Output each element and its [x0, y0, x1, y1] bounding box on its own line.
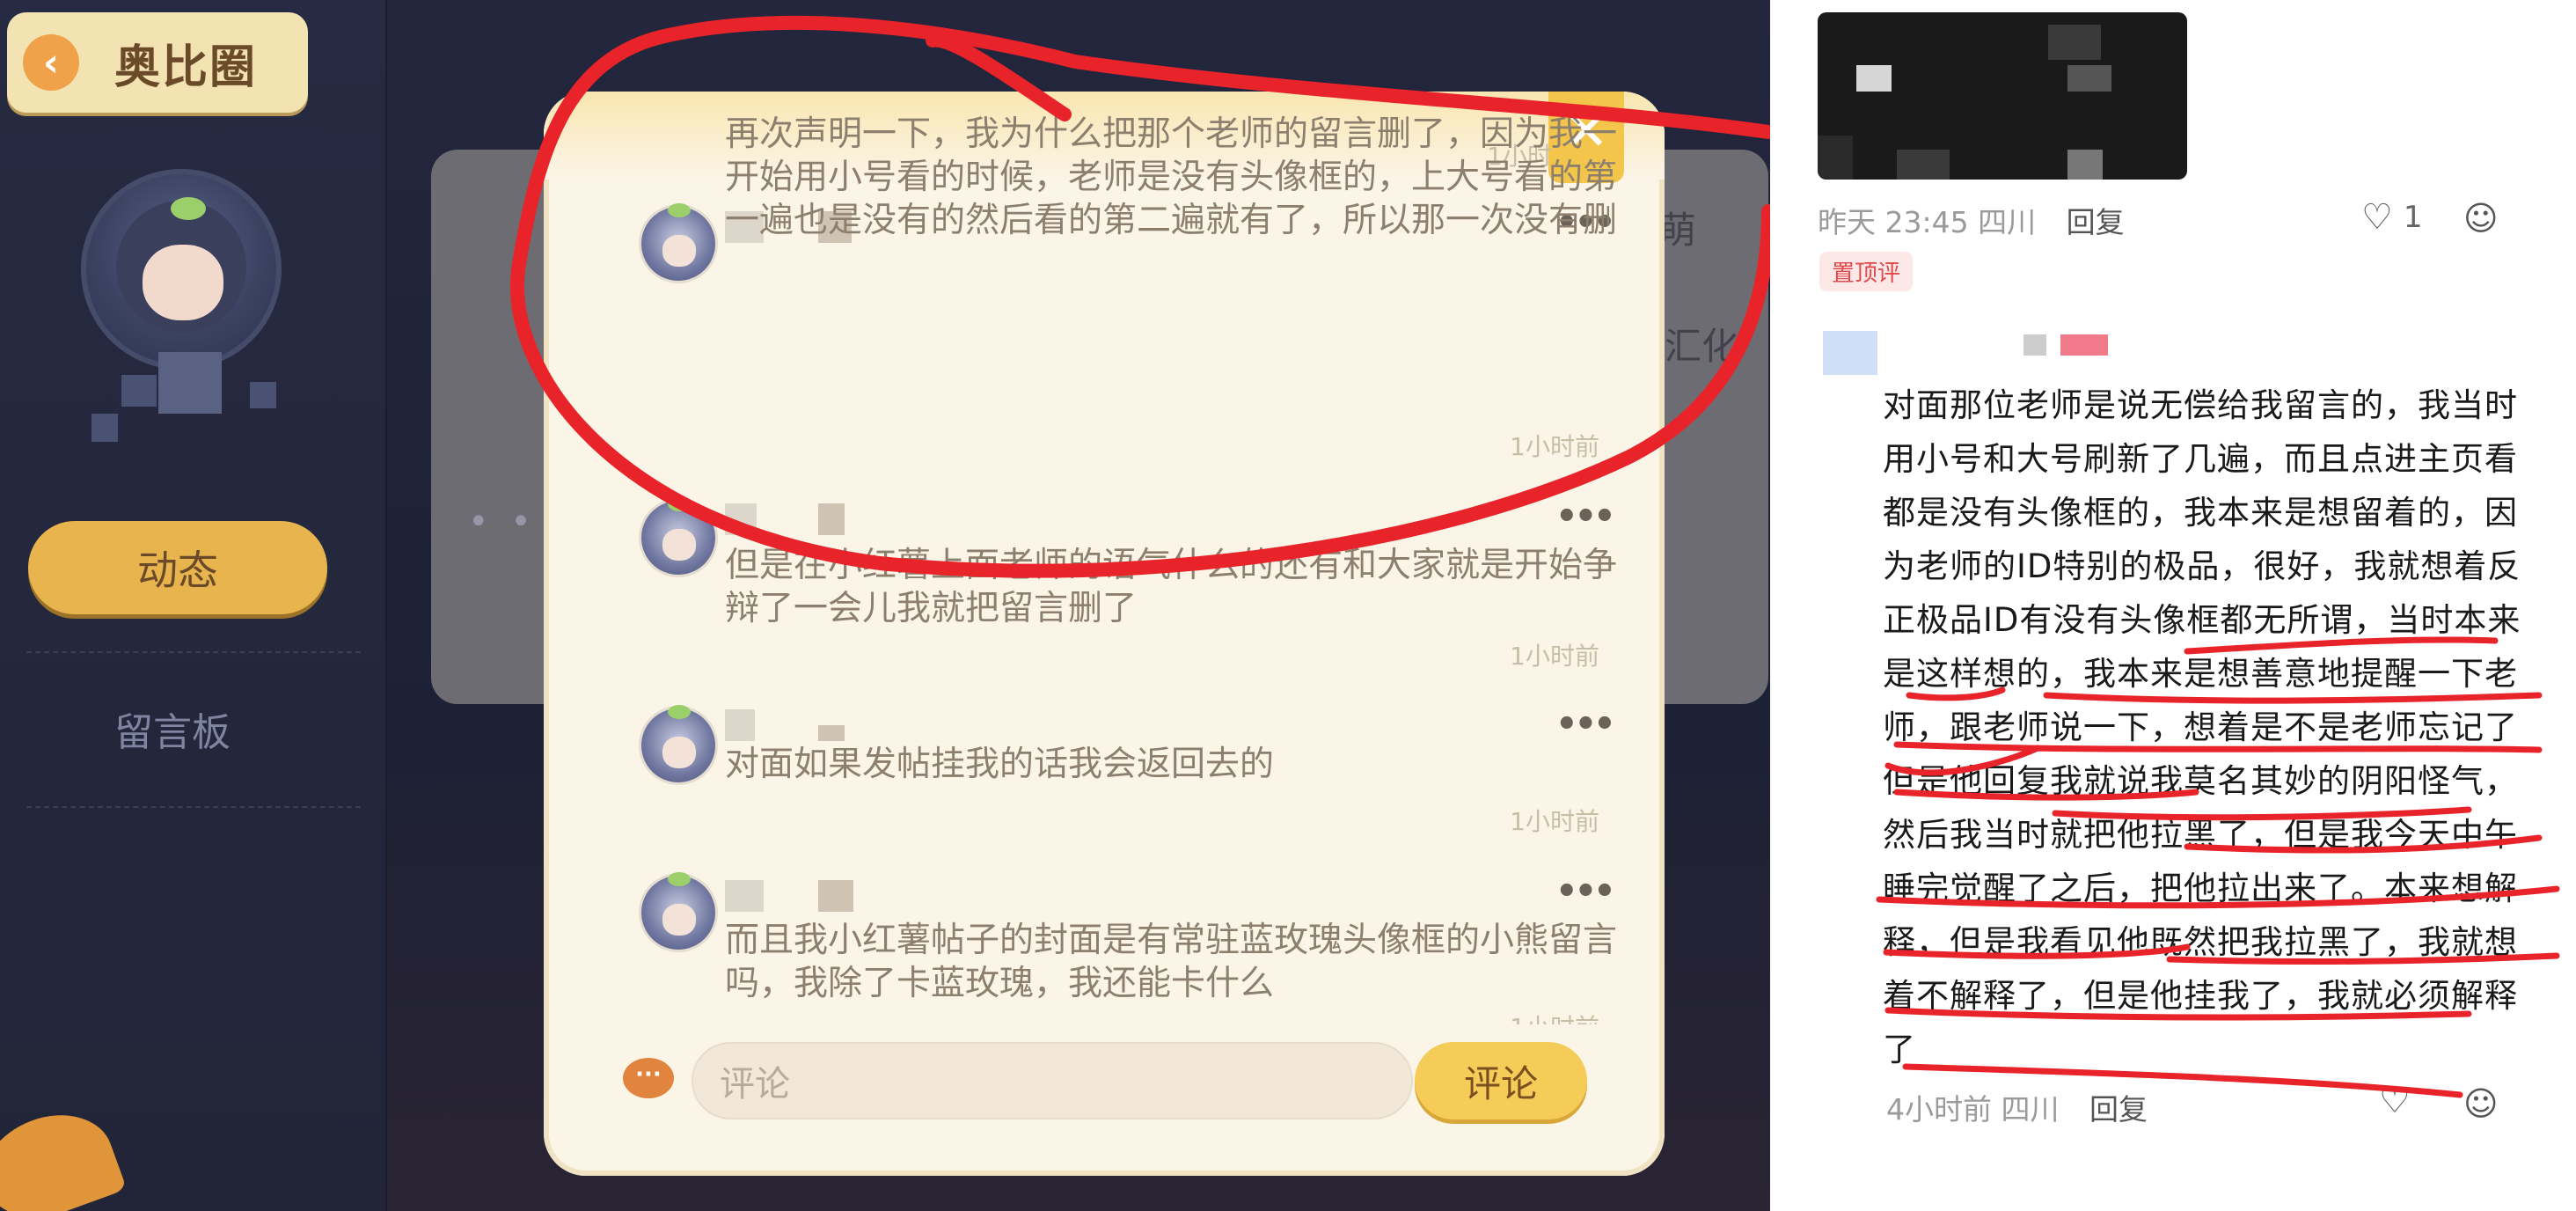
avatar-face — [662, 904, 696, 936]
username-blur — [818, 503, 845, 535]
image-thumbnail[interactable] — [1818, 12, 2187, 180]
replier-avatar[interactable] — [1823, 331, 1877, 375]
back-arrow-icon: ‹ — [23, 34, 79, 91]
username-blur — [121, 375, 157, 407]
comment-text: 再次声明一下，我为什么把那个老师的留言删了，因为我一开始用小号看的时候，老师是没… — [725, 114, 1618, 240]
comment-input-row: ··· 评论 评论 — [544, 1035, 1665, 1132]
heart-icon: ♡ — [2361, 197, 2393, 238]
more-icon[interactable]: ••• — [1555, 704, 1616, 745]
pixel-block — [1856, 65, 1892, 92]
commenter-avatar[interactable] — [639, 705, 718, 785]
avatar-leaf — [668, 203, 691, 217]
username-blur — [250, 382, 276, 408]
username-blur — [818, 725, 845, 741]
comment-location: 四川 — [1978, 205, 2037, 239]
comment-modal: ✕ 1小时 ••• 再次声明一下，我为什么把那个老师的留言删了，因为我一开始用小… — [544, 92, 1665, 1176]
comment-text: 对面如果发帖挂我的话我会返回去的 — [725, 745, 1275, 784]
tab-message-board[interactable]: 留言板 — [114, 701, 231, 757]
commenter-avatar[interactable] — [639, 497, 718, 577]
comment-input[interactable]: 评论 — [692, 1042, 1413, 1119]
reply-location: 四川 — [2001, 1092, 2060, 1127]
comment-bubble-icon: ··· — [623, 1058, 674, 1098]
avatar-leaf — [668, 872, 691, 886]
pixel-block — [1818, 136, 1853, 180]
comment-text: 但是在小红薯上面老师的语气什么的还有和大家就是开始争辩了一会儿我就把留言删了 — [725, 546, 1618, 628]
avatar-leaf — [668, 705, 691, 719]
tab-dongtai[interactable]: 动态 — [28, 521, 327, 614]
username-blur — [725, 709, 755, 741]
username-blur — [2023, 334, 2046, 356]
submit-comment-button[interactable]: 评论 — [1415, 1042, 1587, 1119]
game-sidebar: ‹ 奥比圈 动态 留言板 — [0, 0, 387, 1211]
commenter-avatar[interactable] — [639, 872, 718, 952]
sidebar-divider — [26, 651, 361, 653]
username-blur — [91, 414, 118, 442]
username-blur — [725, 503, 757, 535]
game-screen: ‹ 奥比圈 动态 留言板 • • • 萌 汇化 ✕ 1小时 ••• 再次声明一下… — [0, 0, 1770, 1211]
username-blur — [818, 880, 853, 912]
like-button[interactable]: ♡ 1 — [2361, 197, 2423, 238]
reply-button[interactable]: 回复 — [2067, 205, 2125, 239]
username-blur — [2060, 334, 2108, 356]
comment-time: 1小时前 — [1510, 432, 1599, 461]
circle-title: 奥比圈 — [114, 40, 258, 94]
commenter-avatar[interactable] — [639, 203, 718, 283]
more-icon[interactable]: ••• — [1555, 871, 1616, 912]
avatar-face — [662, 235, 696, 267]
back-button[interactable]: ‹ 奥比圈 — [7, 12, 308, 113]
avatar-face — [143, 245, 223, 320]
reply-button[interactable]: 回复 — [2089, 1092, 2148, 1127]
comment-time: 1小时前 — [1510, 1009, 1599, 1024]
profile-avatar[interactable] — [81, 169, 282, 370]
reply-screen: 昨天 23:45 四川 回复 ♡ 1 ☺ 置顶评 对面那位老师是说无偿给我留言的… — [1774, 0, 2576, 1211]
reply-meta: 4小时前 四川 回复 — [1886, 1086, 2148, 1128]
background-text-fragment: 萌 — [1659, 209, 1697, 252]
comment-time: 昨天 23:45 — [1818, 205, 1969, 239]
comment-text: 而且我小红薯帖子的封面是有常驻蓝玫瑰头像框的小熊留言吗，我除了卡蓝玫瑰，我还能卡… — [725, 921, 1618, 1003]
username-blur — [725, 880, 764, 912]
avatar-leaf — [668, 497, 691, 511]
sidebar-divider — [26, 806, 361, 808]
avatar-leaf — [171, 197, 206, 220]
reply-time: 4小时前 — [1886, 1092, 1992, 1127]
pinned-badge: 置顶评 — [1819, 252, 1914, 291]
comment-meta: 昨天 23:45 四川 回复 — [1818, 199, 2125, 241]
smile-icon[interactable]: ☺ — [2463, 199, 2499, 238]
background-text-fragment: 汇化 — [1665, 325, 1739, 368]
avatar-face — [662, 529, 696, 561]
pixel-block — [2067, 150, 2103, 180]
username-blur — [158, 352, 222, 414]
comment-time: 1小时前 — [1510, 642, 1599, 671]
avatar-face — [662, 737, 696, 768]
pixel-block — [2048, 25, 2101, 60]
heart-icon[interactable]: ♡ — [2379, 1081, 2411, 1121]
smile-icon[interactable]: ☺ — [2463, 1084, 2499, 1123]
comment-time: 1小时前 — [1510, 807, 1599, 836]
more-icon[interactable]: ••• — [1555, 496, 1616, 537]
like-count: 1 — [2403, 200, 2423, 235]
pixel-block — [2067, 65, 2111, 92]
pixel-block — [1897, 150, 1950, 180]
reply-text: 对面那位老师是说无偿给我留言的，我当时用小号和大号刷新了几遍，而且点进主页看都是… — [1883, 386, 2521, 1068]
